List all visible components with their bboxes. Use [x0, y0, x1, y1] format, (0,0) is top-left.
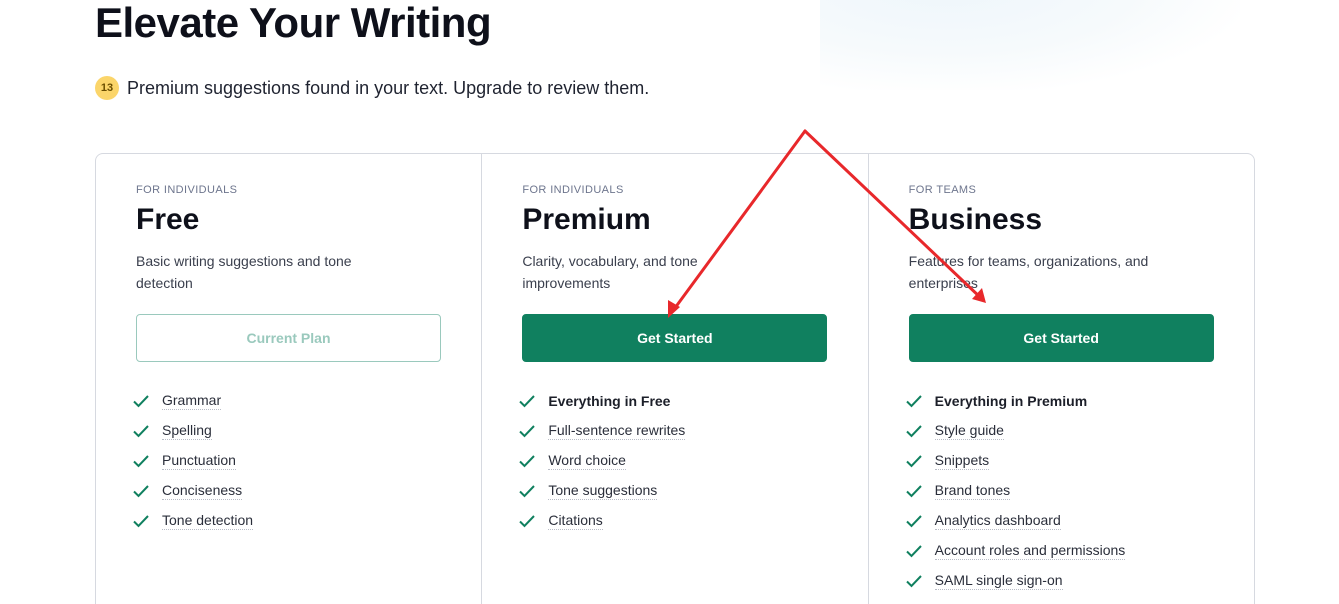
- feature-label: Snippets: [934, 452, 990, 470]
- check-icon: [519, 455, 536, 468]
- feature-label: Brand tones: [934, 482, 1011, 500]
- plan-name: Business: [908, 203, 1043, 236]
- feature-label: Everything in Premium: [934, 392, 1088, 409]
- plan-audience: FOR TEAMS: [908, 184, 977, 196]
- plan-name: Premium: [522, 203, 651, 236]
- plan-audience: FOR INDIVIDUALS: [136, 184, 238, 196]
- suggestion-count-badge: 13: [95, 76, 119, 100]
- check-icon: [905, 545, 922, 558]
- premium-get-started-button[interactable]: Get Started: [522, 314, 828, 362]
- feature-list: Everything in Free Full-sentence rewrite…: [518, 386, 827, 536]
- check-icon: [133, 425, 149, 438]
- plan-audience: FOR INDIVIDUALS: [522, 184, 624, 196]
- feature-item: Account roles and permissions: [905, 536, 1214, 566]
- feature-label: Word choice: [548, 452, 626, 470]
- check-icon: [519, 485, 536, 498]
- feature-label: Everything in Free: [548, 392, 671, 409]
- feature-item: Snippets: [905, 446, 1214, 476]
- pricing-plans: FOR INDIVIDUALS Free Basic writing sugge…: [95, 153, 1255, 604]
- feature-list: Everything in Premium Style guide Snippe…: [905, 386, 1214, 596]
- plan-premium: FOR INDIVIDUALS Premium Clarity, vocabul…: [481, 154, 867, 604]
- feature-label: Punctuation: [162, 452, 236, 470]
- check-icon: [519, 515, 536, 528]
- page-title: Elevate Your Writing: [95, 0, 492, 46]
- feature-item: Analytics dashboard: [905, 506, 1214, 536]
- check-icon: [905, 485, 922, 498]
- feature-item: Full-sentence rewrites: [518, 416, 827, 446]
- feature-label: Full-sentence rewrites: [548, 422, 686, 440]
- feature-item: Conciseness: [132, 476, 441, 506]
- plan-description: Basic writing suggestions and tone detec…: [136, 253, 352, 291]
- feature-item: Word choice: [518, 446, 827, 476]
- check-icon: [905, 425, 922, 438]
- feature-item: Tone suggestions: [518, 476, 827, 506]
- feature-label: Spelling: [162, 422, 212, 440]
- check-icon: [133, 455, 149, 468]
- feature-label: Analytics dashboard: [934, 512, 1061, 530]
- plan-description: Features for teams, organizations, and e…: [908, 253, 1149, 291]
- plan-free: FOR INDIVIDUALS Free Basic writing sugge…: [96, 154, 481, 604]
- check-icon: [519, 425, 536, 438]
- feature-label: Tone suggestions: [548, 482, 658, 500]
- check-icon: [133, 395, 149, 408]
- background-decoration: [820, 0, 1240, 90]
- feature-item: Style guide: [905, 416, 1214, 446]
- feature-label: SAML single sign-on: [934, 572, 1063, 590]
- feature-item: SAML single sign-on: [905, 566, 1214, 596]
- check-icon: [905, 515, 922, 528]
- feature-label: Account roles and permissions: [934, 542, 1126, 560]
- feature-item: Everything in Free: [518, 386, 827, 416]
- feature-label: Tone detection: [162, 512, 254, 530]
- feature-list: Grammar Spelling Punctuation Conciseness…: [132, 386, 441, 536]
- feature-item: Grammar: [132, 386, 441, 416]
- check-icon: [133, 515, 149, 528]
- feature-item: Spelling: [132, 416, 441, 446]
- feature-label: Style guide: [934, 422, 1004, 440]
- current-plan-button[interactable]: Current Plan: [136, 314, 441, 362]
- feature-label: Grammar: [162, 392, 222, 410]
- feature-item: Tone detection: [132, 506, 441, 536]
- feature-item: Punctuation: [132, 446, 441, 476]
- feature-item: Brand tones: [905, 476, 1214, 506]
- check-icon: [133, 485, 149, 498]
- plan-name: Free: [136, 203, 200, 236]
- feature-item: Citations: [518, 506, 827, 536]
- feature-item: Everything in Premium: [905, 386, 1214, 416]
- plan-business: FOR TEAMS Business Features for teams, o…: [867, 154, 1254, 604]
- business-get-started-button[interactable]: Get Started: [908, 314, 1214, 362]
- notice-text: Premium suggestions found in your text. …: [127, 77, 650, 98]
- check-icon: [905, 575, 922, 588]
- check-icon: [519, 395, 536, 408]
- premium-suggestions-notice: 13 Premium suggestions found in your tex…: [95, 76, 649, 100]
- check-icon: [905, 455, 922, 468]
- feature-label: Citations: [548, 512, 603, 530]
- plan-description: Clarity, vocabulary, and tone improvemen…: [522, 253, 698, 291]
- feature-label: Conciseness: [162, 482, 243, 500]
- check-icon: [905, 395, 922, 408]
